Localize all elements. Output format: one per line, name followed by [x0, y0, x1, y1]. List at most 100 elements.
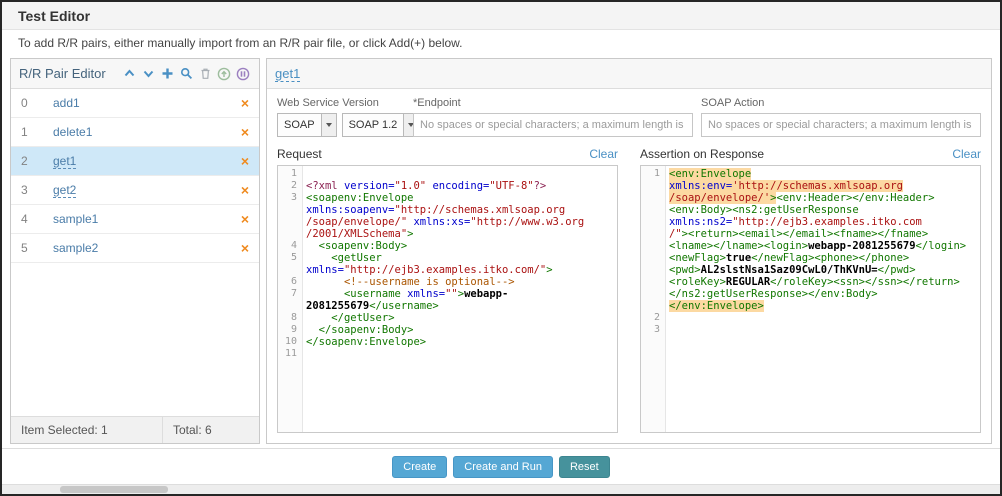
- row-name[interactable]: get1: [53, 154, 241, 168]
- move-up-button[interactable]: [121, 66, 137, 82]
- code-line: 8 </getUser>: [278, 312, 617, 324]
- detail-header: get1: [267, 59, 991, 89]
- page-title: Test Editor: [18, 8, 90, 24]
- plus-icon: [161, 67, 174, 80]
- code-line: /2001/XMLSchema">: [278, 228, 617, 240]
- row-delete-icon[interactable]: ×: [241, 241, 249, 255]
- endpoint-input[interactable]: [413, 113, 693, 137]
- code-line: </ns2:getUserResponse></env:Body>: [641, 288, 980, 300]
- caret-down-icon: [326, 123, 332, 127]
- code-line: xmlns="http://ejb3.examples.itko.com/">: [278, 264, 617, 276]
- code-line: 2<?xml version="1.0" encoding="UTF-8"?>: [278, 180, 617, 192]
- circle-arrow-up-icon: [217, 67, 231, 81]
- code-line: 10</soapenv:Envelope>: [278, 336, 617, 348]
- chevron-down-icon: [142, 67, 155, 80]
- row-delete-icon[interactable]: ×: [241, 125, 249, 139]
- create-button[interactable]: Create: [392, 456, 447, 478]
- soap-version-select-value: SOAP 1.2: [343, 119, 404, 131]
- item-selected-count: Item Selected: 1: [11, 417, 163, 443]
- code-line: xmlns:ns2="http://ejb3.examples.itko.com: [641, 216, 980, 228]
- code-line: 1<env:Envelope: [641, 168, 980, 180]
- row-delete-icon[interactable]: ×: [241, 154, 249, 168]
- selected-pair-title[interactable]: get1: [275, 66, 300, 82]
- code-line: 9 </soapenv:Body>: [278, 324, 617, 336]
- delete-pair-button[interactable]: [197, 66, 213, 82]
- soap-version-select[interactable]: SOAP 1.2: [342, 113, 420, 137]
- soap-action-input[interactable]: [701, 113, 981, 137]
- actions-bar: Create Create and Run Reset: [2, 448, 1000, 484]
- code-line: 2081255679</username>: [278, 300, 617, 312]
- row-name[interactable]: get2: [53, 183, 241, 197]
- code-line: /soap/envelope/" xmlns:xs="http://www.w3…: [278, 216, 617, 228]
- row-name[interactable]: sample1: [53, 212, 241, 226]
- pair-row[interactable]: 1delete1×: [11, 118, 259, 147]
- move-down-button[interactable]: [140, 66, 156, 82]
- assertion-clear-link[interactable]: Clear: [952, 147, 981, 161]
- content-area: R/R Pair Editor: [2, 56, 1000, 444]
- code-line: 5 <getUser: [278, 252, 617, 264]
- editors-row: Request Clear 1 2<?xml version="1.0" enc…: [267, 137, 991, 443]
- chevron-up-icon: [123, 67, 136, 80]
- pause-button[interactable]: [235, 66, 251, 82]
- assertion-block: Assertion on Response Clear 1<env:Envelo…: [640, 147, 981, 433]
- detail-panel: get1 Web Service Version SOAP SOAP 1.2: [266, 58, 992, 444]
- assertion-code-editor[interactable]: 1<env:Envelopexmlns:env='http://schemas.…: [640, 165, 981, 433]
- code-line: 7 <username xmlns="">webapp-: [278, 288, 617, 300]
- row-delete-icon[interactable]: ×: [241, 96, 249, 110]
- add-pair-button[interactable]: [159, 66, 175, 82]
- protocol-select-arrow[interactable]: [321, 114, 336, 136]
- protocol-select[interactable]: SOAP: [277, 113, 337, 137]
- pair-editor-title: R/R Pair Editor: [19, 66, 106, 81]
- search-icon: [180, 67, 193, 80]
- protocol-select-value: SOAP: [278, 119, 321, 131]
- request-block: Request Clear 1 2<?xml version="1.0" enc…: [277, 147, 618, 433]
- code-line: 1: [278, 168, 617, 180]
- pair-list: 0add1×1delete1×2get1×3get2×4sample1×5sam…: [11, 89, 259, 416]
- pair-row[interactable]: 3get2×: [11, 176, 259, 205]
- row-delete-icon[interactable]: ×: [241, 183, 249, 197]
- row-index: 5: [21, 241, 53, 255]
- pair-row[interactable]: 2get1×: [11, 147, 259, 176]
- pair-row[interactable]: 5sample2×: [11, 234, 259, 263]
- row-name[interactable]: add1: [53, 96, 241, 110]
- code-line: <pwd>AL2slstNsa1Saz09CwL0/ThKVnU=</pwd>: [641, 264, 980, 276]
- trash-icon: [199, 67, 212, 80]
- request-label: Request: [277, 147, 322, 161]
- row-delete-icon[interactable]: ×: [241, 212, 249, 226]
- circle-pause-icon: [236, 67, 250, 81]
- code-line: xmlns:soapenv="http://schemas.xmlsoap.or…: [278, 204, 617, 216]
- item-total-count: Total: 6: [163, 417, 222, 443]
- instruction-text: To add R/R pairs, either manually import…: [2, 30, 1000, 56]
- detail-form: Web Service Version SOAP SOAP 1.2 *Endpo: [267, 89, 991, 137]
- reset-button[interactable]: Reset: [559, 456, 610, 478]
- request-clear-link[interactable]: Clear: [589, 147, 618, 161]
- pair-row[interactable]: 0add1×: [11, 89, 259, 118]
- row-index: 4: [21, 212, 53, 226]
- code-line: 11: [278, 348, 617, 360]
- code-line: 6 <!--username is optional-->: [278, 276, 617, 288]
- import-button[interactable]: [216, 66, 232, 82]
- request-code-editor[interactable]: 1 2<?xml version="1.0" encoding="UTF-8"?…: [277, 165, 618, 433]
- row-index: 0: [21, 96, 53, 110]
- row-name[interactable]: sample2: [53, 241, 241, 255]
- pair-editor-panel: R/R Pair Editor: [10, 58, 260, 444]
- code-line: <env:Body><ns2:getUserResponse: [641, 204, 980, 216]
- create-and-run-button[interactable]: Create and Run: [453, 456, 553, 478]
- code-line: /soap/envelope/'><env:Header></env:Heade…: [641, 192, 980, 204]
- code-line: <lname></lname><login>webapp-2081255679<…: [641, 240, 980, 252]
- code-line: 3<soapenv:Envelope: [278, 192, 617, 204]
- row-index: 1: [21, 125, 53, 139]
- pair-row[interactable]: 4sample1×: [11, 205, 259, 234]
- soap-action-label: SOAP Action: [701, 97, 981, 109]
- pair-editor-header: R/R Pair Editor: [11, 59, 259, 89]
- row-index: 2: [21, 154, 53, 168]
- code-line: 4 <soapenv:Body>: [278, 240, 617, 252]
- horizontal-scrollbar[interactable]: [2, 484, 1000, 494]
- endpoint-label: *Endpoint: [413, 97, 693, 109]
- row-name[interactable]: delete1: [53, 125, 241, 139]
- scrollbar-thumb[interactable]: [60, 486, 168, 493]
- code-line: 2: [641, 312, 980, 324]
- search-button[interactable]: [178, 66, 194, 82]
- code-line: xmlns:env='http://schemas.xmlsoap.org: [641, 180, 980, 192]
- code-line: /"><return><email></email><fname></fname…: [641, 228, 980, 240]
